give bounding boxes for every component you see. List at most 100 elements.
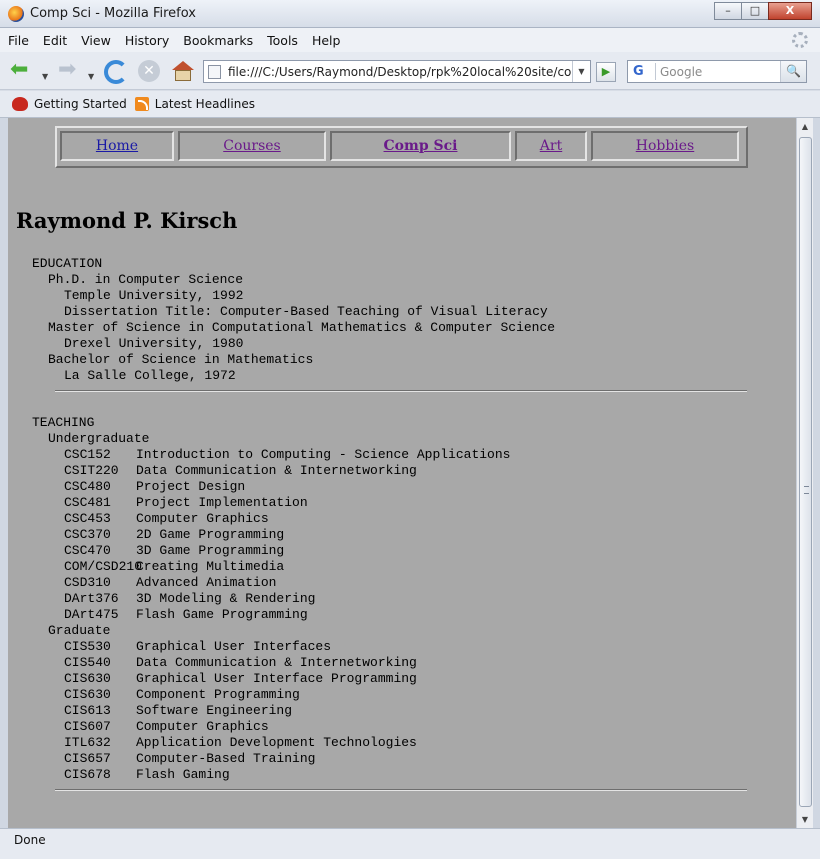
forward-history-dropdown-icon[interactable]: ▼ <box>88 66 94 90</box>
vertical-scrollbar[interactable]: ▲ ▼ <box>796 118 813 828</box>
course-row: CSIT220 Data Communication & Internetwork… <box>32 463 510 479</box>
scrollbar-thumb[interactable] <box>799 137 812 807</box>
course-row: CIS540 Data Communication & Internetworki… <box>32 655 510 671</box>
course-title: Introduction to Computing - Science Appl… <box>136 447 511 462</box>
nav-link-courses[interactable]: Courses <box>223 138 281 154</box>
course-title: Computer-Based Training <box>136 751 316 766</box>
course-code: DArt376 <box>64 591 119 606</box>
course-row: CSC480 Project Design <box>32 479 510 495</box>
go-arrow-icon[interactable]: ▶ <box>596 62 616 82</box>
course-code: DArt475 <box>64 607 119 622</box>
course-code: CIS613 <box>64 703 111 718</box>
status-text: Done <box>14 833 46 847</box>
menu-bookmarks[interactable]: Bookmarks <box>183 33 253 48</box>
title-bar: Comp Sci - Mozilla Firefox – □ X <box>0 0 820 28</box>
course-code: CSC370 <box>64 527 111 542</box>
url-dropdown-icon[interactable]: ▼ <box>572 61 590 82</box>
window-controls: – □ X <box>714 2 812 20</box>
address-bar: ▼ <box>203 60 591 83</box>
course-title: Flash Game Programming <box>136 607 308 622</box>
course-row: CSC470 3D Game Programming <box>32 543 510 559</box>
nav-link-comp-sci[interactable]: Comp Sci <box>384 138 458 154</box>
course-title: Application Development Technologies <box>136 735 417 750</box>
course-title: Data Communication & Internetworking <box>136 463 417 478</box>
course-row: DArt475 Flash Game Programming <box>32 607 510 623</box>
nav-cell-courses: Courses <box>178 131 326 161</box>
throbber-icon <box>792 32 808 48</box>
home-icon[interactable] <box>172 61 194 81</box>
close-button[interactable]: X <box>768 2 812 20</box>
url-input[interactable] <box>228 63 573 80</box>
subsection-heading-graduate: Graduate <box>48 623 111 638</box>
search-engine-google-icon[interactable]: G <box>630 63 656 80</box>
degree-detail: Drexel University, 1980 <box>64 336 244 351</box>
window-frame-right <box>813 118 820 859</box>
page-favicon-icon <box>208 65 221 79</box>
nav-cell-art: Art <box>515 131 587 161</box>
bookmark-latest-headlines[interactable]: Latest Headlines <box>134 97 255 111</box>
course-row: DArt376 3D Modeling & Rendering <box>32 591 510 607</box>
menu-tools[interactable]: Tools <box>267 33 298 48</box>
course-row: CIS630 Component Programming <box>32 687 510 703</box>
reload-icon[interactable] <box>104 60 128 84</box>
scroll-down-arrow-icon[interactable]: ▼ <box>797 811 813 828</box>
course-row: CIS657 Computer-Based Training <box>32 751 510 767</box>
teaching-section: TEACHING Undergraduate CSC152 Introduction … <box>32 415 510 783</box>
section-heading: EDUCATION <box>32 256 103 271</box>
back-arrow-icon[interactable]: ⬅ <box>10 59 28 83</box>
getting-started-icon <box>12 97 28 111</box>
graduate-course-list: CIS530 Graphical User Interfaces CIS540 Dat… <box>32 639 510 783</box>
course-row: CIS613 Software Engineering <box>32 703 510 719</box>
course-title: Data Communication & Internetworking <box>136 655 417 670</box>
site-nav-table: Home Courses Comp Sci Art Hobbies <box>55 126 748 168</box>
course-code: CIS540 <box>64 655 111 670</box>
course-row: CSC453 Computer Graphics <box>32 511 510 527</box>
bookmark-getting-started[interactable]: Getting Started <box>12 97 127 111</box>
search-magnifier-icon[interactable]: 🔍 <box>780 61 806 82</box>
maximize-button[interactable]: □ <box>741 2 769 20</box>
scrollbar-grip-icon <box>804 486 809 494</box>
course-title: Graphical User Interface Programming <box>136 671 417 686</box>
minimize-button[interactable]: – <box>714 2 742 20</box>
nav-link-home[interactable]: Home <box>96 138 138 154</box>
course-code: CIS630 <box>64 671 111 686</box>
menu-edit[interactable]: Edit <box>43 33 67 48</box>
firefox-icon <box>8 6 24 22</box>
search-bar: G 🔍 <box>627 60 807 83</box>
search-input[interactable] <box>660 63 778 80</box>
course-title: Advanced Animation <box>136 575 277 590</box>
stop-icon[interactable]: ✕ <box>138 60 160 82</box>
bookmark-label: Getting Started <box>34 97 127 111</box>
menu-help[interactable]: Help <box>312 33 341 48</box>
course-row: ITL632 Application Development Technologi… <box>32 735 510 751</box>
course-title: Flash Gaming <box>136 767 230 782</box>
course-code: CSC453 <box>64 511 111 526</box>
education-section: EDUCATION Ph.D. in Computer Science Temple… <box>32 256 555 384</box>
course-code: CSC152 <box>64 447 111 462</box>
nav-cell-comp-sci: Comp Sci <box>330 131 511 161</box>
forward-arrow-icon[interactable]: ➡ <box>58 59 76 83</box>
scroll-up-arrow-icon[interactable]: ▲ <box>797 118 813 135</box>
section-divider <box>55 390 747 392</box>
back-history-dropdown-icon[interactable]: ▼ <box>42 66 48 90</box>
nav-link-hobbies[interactable]: Hobbies <box>636 138 695 154</box>
nav-link-art[interactable]: Art <box>540 138 562 154</box>
menu-history[interactable]: History <box>125 33 169 48</box>
window-title: Comp Sci - Mozilla Firefox <box>30 6 196 21</box>
menu-view[interactable]: View <box>81 33 111 48</box>
degree: Master of Science in Computational Mathe… <box>48 320 556 335</box>
nav-cell-home: Home <box>60 131 174 161</box>
page-viewport: Home Courses Comp Sci Art Hobbies Raymon… <box>8 118 796 828</box>
course-code: ITL632 <box>64 735 111 750</box>
course-code: CSD310 <box>64 575 111 590</box>
course-code: CIS678 <box>64 767 111 782</box>
navigation-toolbar: ⬅ ▼ ➡ ▼ ✕ ▼ ▶ G 🔍 <box>0 52 820 90</box>
page-title: Raymond P. Kirsch <box>16 208 238 233</box>
menu-file[interactable]: File <box>8 33 29 48</box>
course-title: Software Engineering <box>136 703 293 718</box>
course-title: Component Programming <box>136 687 300 702</box>
subsection-heading-undergraduate: Undergraduate <box>48 431 150 446</box>
course-code: COM/CSD210 <box>64 559 143 574</box>
bookmark-label: Latest Headlines <box>154 97 255 111</box>
section-heading: TEACHING <box>32 415 95 430</box>
